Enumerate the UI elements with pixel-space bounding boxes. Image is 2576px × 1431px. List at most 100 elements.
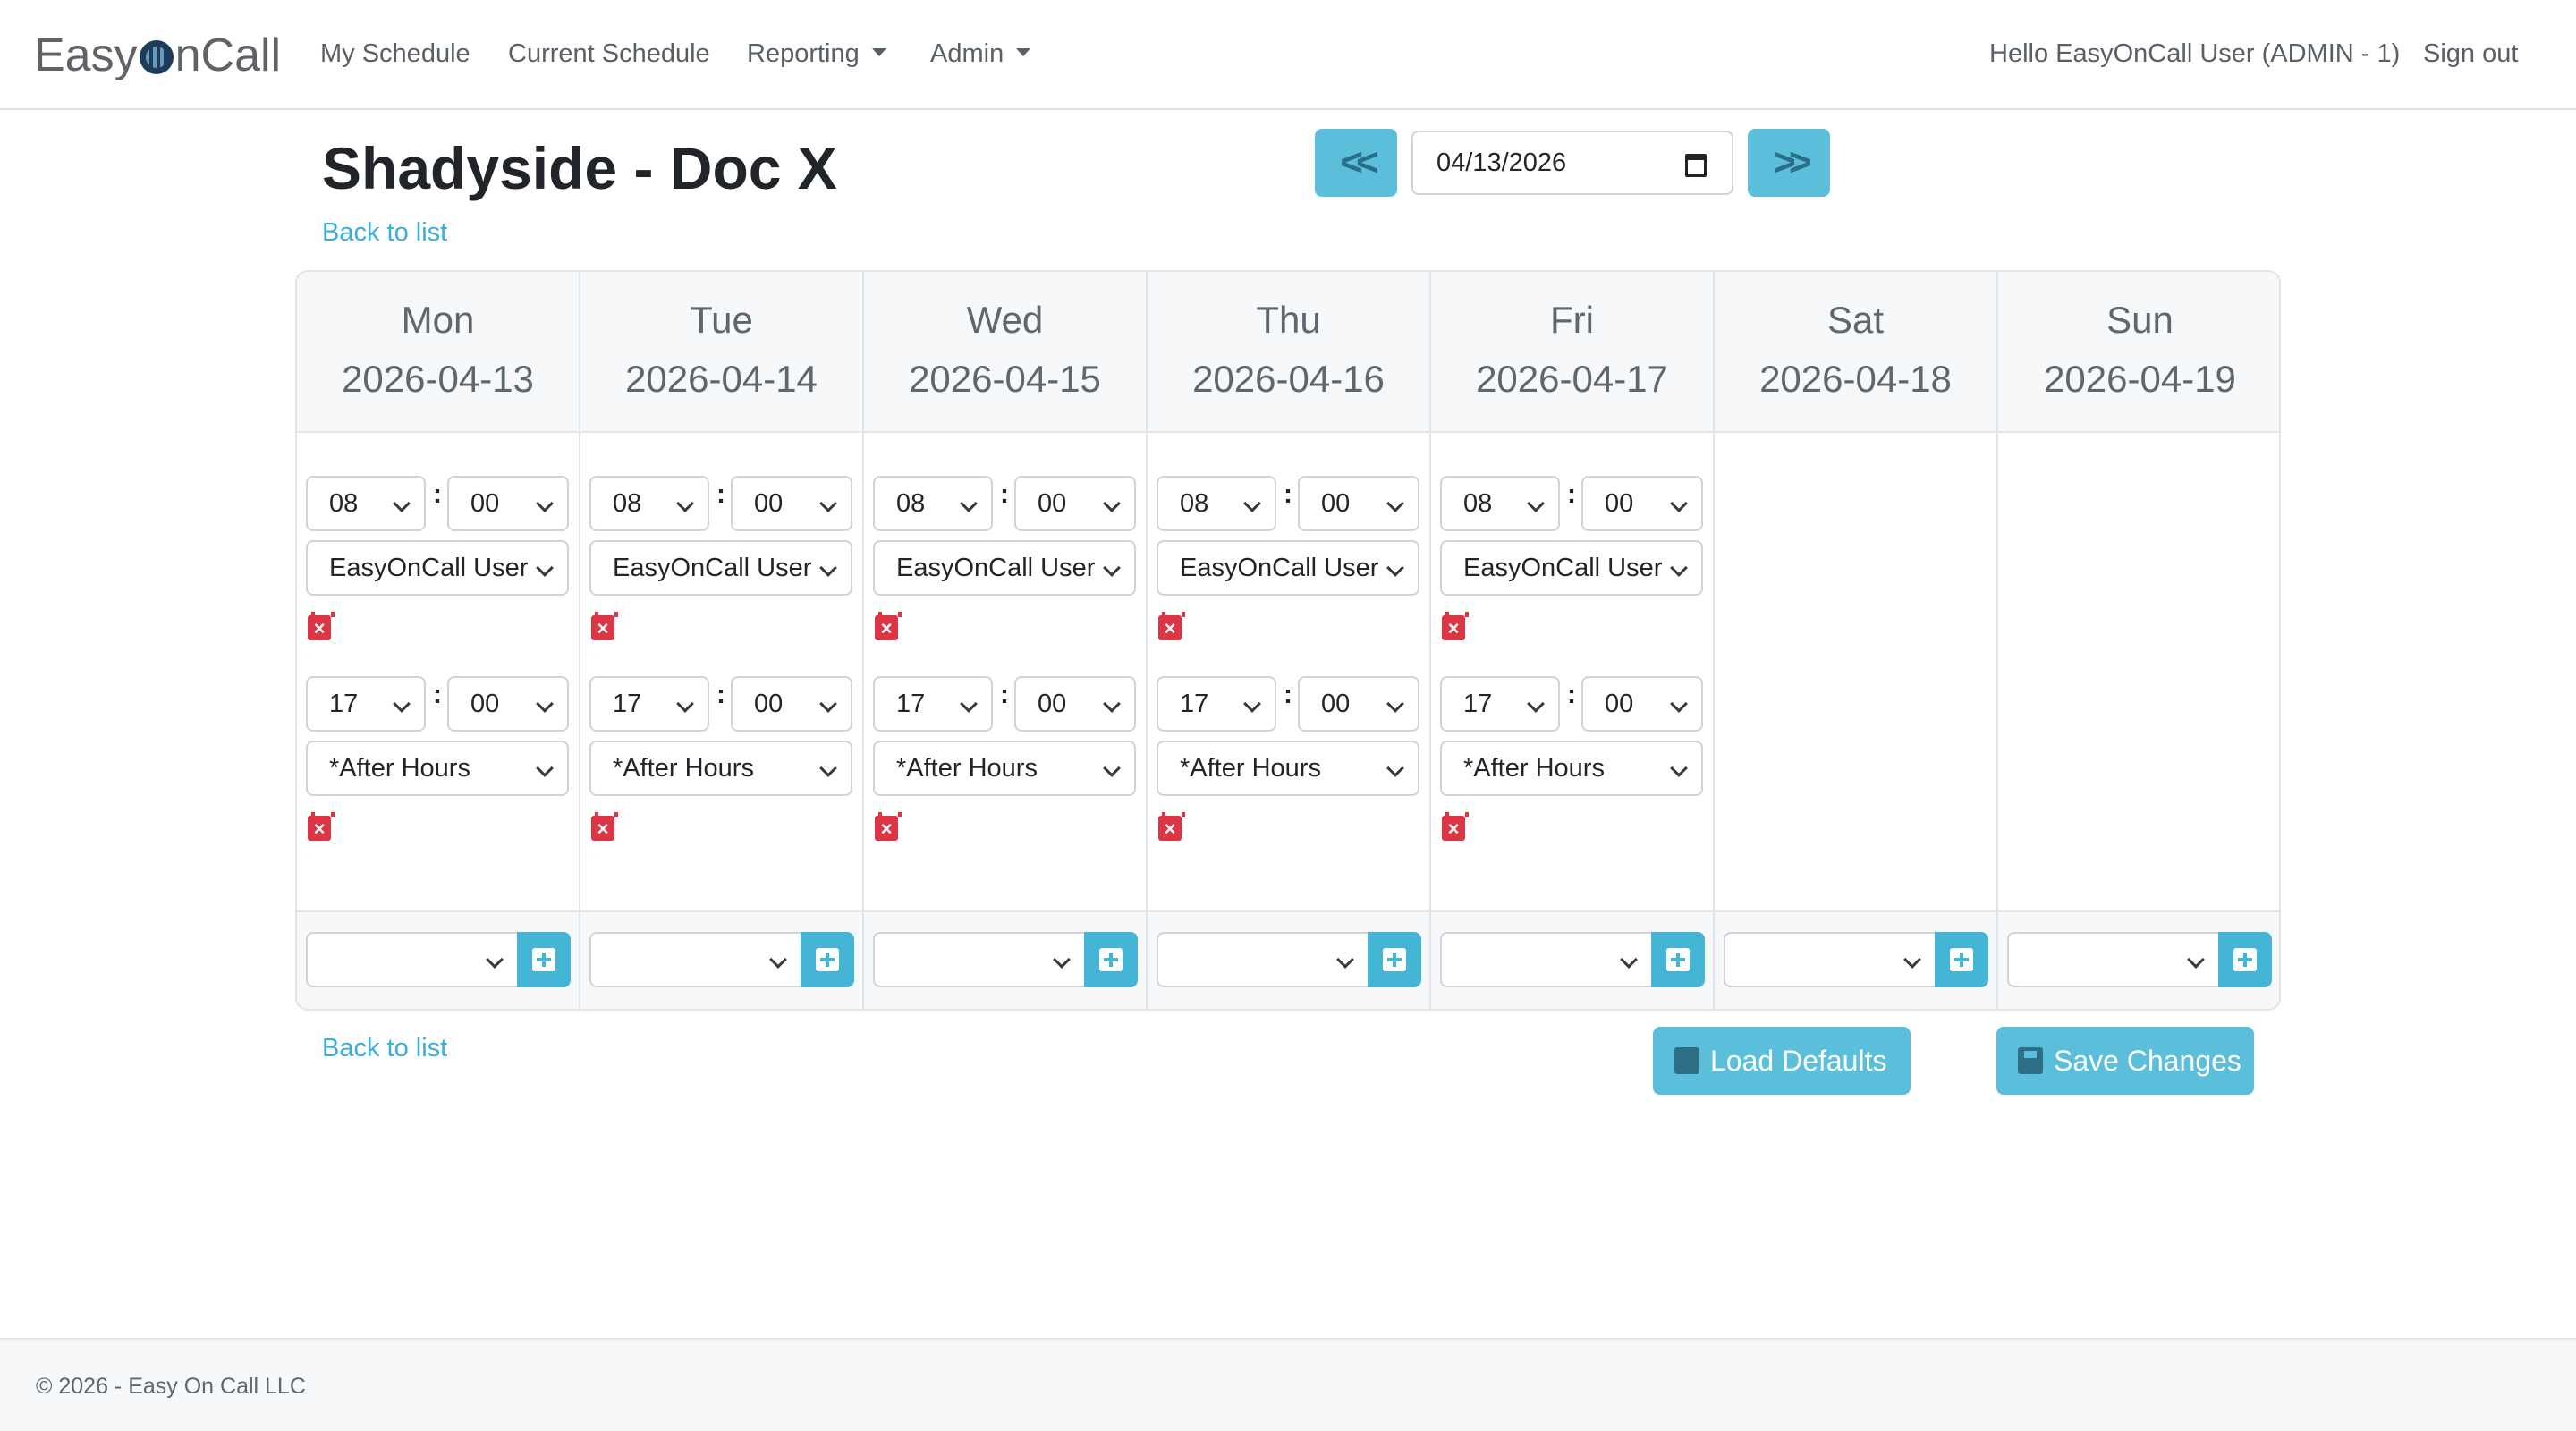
shift-hour-select[interactable]: 08 [1157,476,1276,531]
add-shift-button[interactable] [1651,932,1705,987]
user-greeting[interactable]: Hello EasyOnCall User (ADMIN - 1) [1989,36,2400,72]
shift-assignee-select[interactable]: EasyOnCall User [873,540,1136,596]
shift-hour-select[interactable]: 17 [589,676,709,732]
delete-shift-icon[interactable] [1442,812,1469,841]
previous-week-button[interactable]: << [1315,129,1397,197]
nav-current-schedule[interactable]: Current Schedule [508,36,710,72]
add-shift-button[interactable] [2218,932,2272,987]
next-week-button[interactable]: >> [1748,129,1830,197]
shift-hour-select[interactable]: 08 [873,476,993,531]
add-shift-button[interactable] [1935,932,1988,987]
shift-minute-select[interactable]: 00 [731,476,852,531]
chevron-down-icon [1620,951,1638,969]
time-separator: : [433,680,442,709]
shift-minute-select[interactable]: 00 [1581,676,1703,732]
shift-minute-select[interactable]: 00 [447,476,569,531]
delete-shift-icon[interactable] [591,612,618,640]
shift-minute-select[interactable]: 00 [1014,676,1136,732]
delete-shift-icon[interactable] [308,612,335,640]
time-separator: : [1567,479,1576,509]
shift-minute-select[interactable]: 00 [1298,676,1419,732]
shift-minute-select[interactable]: 00 [1298,476,1419,531]
day-date: 2026-04-14 [625,358,818,400]
shift-hour-select[interactable]: 17 [1157,676,1276,732]
chevron-down-icon [1386,559,1404,577]
weekly-schedule-grid: Mon2026-04-1308:00EasyOnCall User17:00*A… [295,270,2281,1011]
add-shift-select[interactable] [1157,932,1369,987]
add-shift-button[interactable] [801,932,854,987]
shift-assignee-select[interactable]: EasyOnCall User [306,540,569,596]
calendar-icon[interactable] [1685,154,1707,177]
nav-my-schedule[interactable]: My Schedule [320,36,470,72]
time-separator: : [1000,680,1009,709]
day-header: Sat 2026-04-18 [1715,272,1996,433]
chevron-down-icon [1670,495,1688,512]
delete-shift-icon[interactable] [1158,812,1185,841]
day-column: Sat 2026-04-18 [1715,272,1998,1009]
shift-assignee-select[interactable]: *After Hours [1440,741,1703,796]
brand-logo[interactable]: Easy n Call [34,27,281,84]
add-shift-select[interactable] [1440,932,1653,987]
delete-shift-icon[interactable] [308,812,335,841]
shift-assignee-select[interactable]: EasyOnCall User [589,540,852,596]
shift-assignee-select[interactable]: EasyOnCall User [1157,540,1419,596]
shift-hour-select[interactable]: 17 [1440,676,1560,732]
delete-shift-icon[interactable] [875,612,902,640]
delete-shift-icon[interactable] [591,812,618,841]
add-shift-select[interactable] [1724,932,1936,987]
chevron-down-icon [486,951,504,969]
shift-minute-select[interactable]: 00 [447,676,569,732]
day-name: Wed [966,299,1044,341]
shift-minute-select[interactable]: 00 [1014,476,1136,531]
add-shift-button[interactable] [1084,932,1138,987]
shift-hour-select[interactable]: 08 [589,476,709,531]
shift-minute-select[interactable]: 00 [731,676,852,732]
day-name: Fri [1550,299,1594,341]
shift-assignee-select[interactable]: *After Hours [873,741,1136,796]
chevron-down-icon [1670,759,1688,777]
day-column: Tue2026-04-1408:00EasyOnCall User17:00*A… [580,272,864,1009]
shift-hour-select[interactable]: 08 [1440,476,1560,531]
shift-assignee-select[interactable]: *After Hours [1157,741,1419,796]
plus-square-icon [2233,948,2257,971]
add-shift-button[interactable] [1368,932,1421,987]
week-date-input[interactable]: 04/13/2026 [1411,131,1733,195]
back-to-list-bottom[interactable]: Back to list [322,1034,447,1063]
shift-hour-select[interactable]: 17 [873,676,993,732]
plus-square-icon [1950,948,1973,971]
time-separator: : [1284,680,1292,709]
delete-shift-icon[interactable] [875,812,902,841]
chevron-down-icon [1386,495,1404,512]
shift-hour-select[interactable]: 08 [306,476,426,531]
nav-reporting-dropdown[interactable]: Reporting [747,36,886,72]
chevron-down-icon [1903,951,1921,969]
shift-hour-select[interactable]: 17 [306,676,426,732]
chevron-down-icon [1527,695,1545,713]
chevron-down-icon [960,495,978,512]
shift-assignee-select[interactable]: *After Hours [589,741,852,796]
load-defaults-button[interactable]: Load Defaults [1653,1027,1911,1095]
add-shift-button[interactable] [517,932,571,987]
add-shift-select[interactable] [306,932,519,987]
save-changes-button[interactable]: Save Changes [1996,1027,2254,1095]
day-header: Tue 2026-04-14 [580,272,862,433]
add-shift-select[interactable] [873,932,1086,987]
day-name: Sun [2106,299,2174,341]
nav-admin-dropdown[interactable]: Admin [930,36,1031,72]
add-shift-select[interactable] [589,932,802,987]
chevron-down-icon [769,951,787,969]
chevron-down-icon [536,495,554,512]
delete-shift-icon[interactable] [1442,612,1469,640]
delete-shift-icon[interactable] [1158,612,1185,640]
day-name: Thu [1256,299,1321,341]
shift-minute-select[interactable]: 00 [1581,476,1703,531]
chevron-down-icon [1103,559,1121,577]
sign-out-link[interactable]: Sign out [2423,36,2518,72]
back-to-list-top[interactable]: Back to list [322,218,447,248]
day-date: 2026-04-13 [342,358,534,400]
shift-assignee-select[interactable]: EasyOnCall User [1440,540,1703,596]
shift-assignee-select[interactable]: *After Hours [306,741,569,796]
chevron-down-icon [536,695,554,713]
add-shift-select[interactable] [2007,932,2220,987]
add-shift-row [1998,910,2279,1009]
